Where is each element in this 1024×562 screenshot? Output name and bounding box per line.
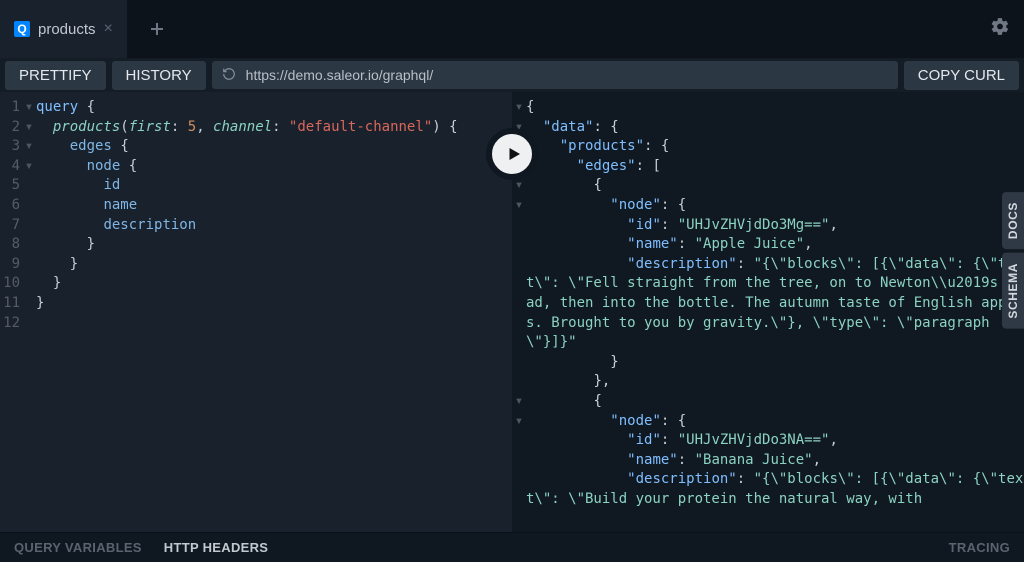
play-icon xyxy=(505,145,523,163)
footer-bar: QUERY VARIABLES HTTP HEADERS TRACING xyxy=(0,532,1024,562)
side-tabs: DOCS SCHEMA xyxy=(1002,192,1024,329)
toolbar: PRETTIFY HISTORY https://demo.saleor.io/… xyxy=(0,58,1024,92)
docs-tab[interactable]: DOCS xyxy=(1002,192,1024,249)
close-icon[interactable]: × xyxy=(104,20,113,38)
reload-icon[interactable] xyxy=(222,67,236,84)
copy-curl-button[interactable]: COPY CURL xyxy=(904,61,1019,90)
results-panel[interactable]: ▾{ ▾ "data": { ▾ "products": { ▾ "edges"… xyxy=(512,92,1024,532)
query-editor[interactable]: 1▾query { 2▾ products(first: 5, channel:… xyxy=(0,92,512,532)
endpoint-url-text: https://demo.saleor.io/graphql/ xyxy=(246,67,434,83)
settings-button[interactable] xyxy=(990,17,1010,42)
tab-label: products xyxy=(38,21,96,38)
history-button[interactable]: HISTORY xyxy=(112,61,206,90)
plus-icon xyxy=(150,22,164,36)
endpoint-url-input[interactable]: https://demo.saleor.io/graphql/ xyxy=(212,61,898,89)
tab-bar: Q products × xyxy=(0,0,1024,58)
gear-icon xyxy=(990,17,1010,37)
main-split: 1▾query { 2▾ products(first: 5, channel:… xyxy=(0,92,1024,532)
schema-tab[interactable]: SCHEMA xyxy=(1002,253,1024,329)
tab-products[interactable]: Q products × xyxy=(0,0,128,58)
prettify-button[interactable]: PRETTIFY xyxy=(5,61,106,90)
tab-query-variables[interactable]: QUERY VARIABLES xyxy=(14,540,142,555)
tab-http-headers[interactable]: HTTP HEADERS xyxy=(164,540,268,555)
execute-button[interactable] xyxy=(486,128,538,180)
query-badge: Q xyxy=(14,21,30,37)
tracing-label[interactable]: TRACING xyxy=(949,540,1010,555)
add-tab-button[interactable] xyxy=(128,0,188,58)
